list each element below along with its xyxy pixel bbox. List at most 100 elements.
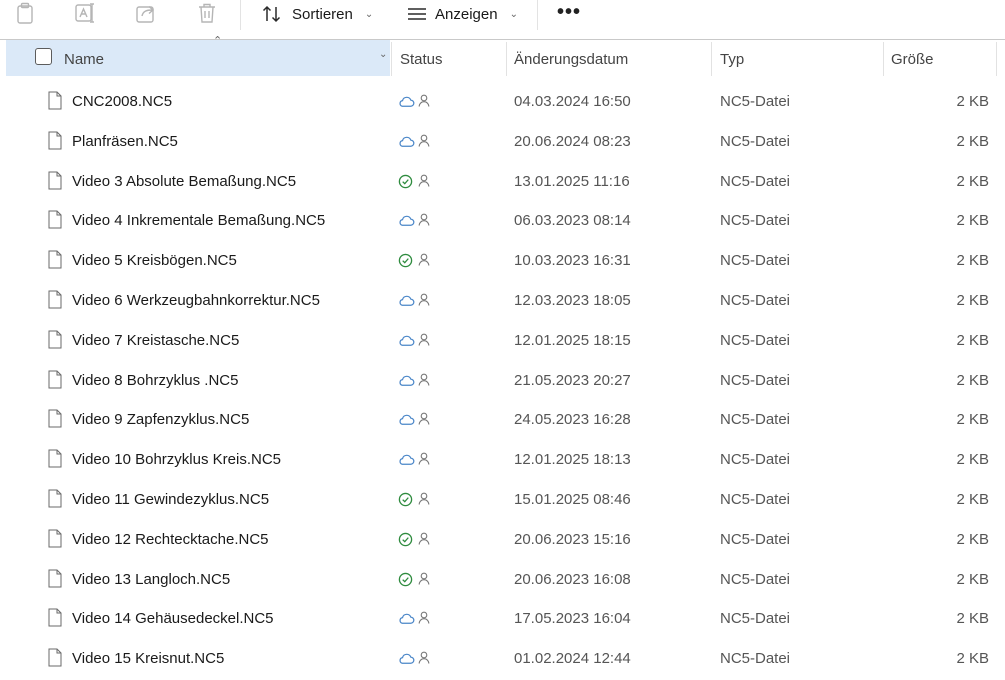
file-row[interactable]: Video 10 Bohrzyklus Kreis.NC5 12.01.2025… — [0, 441, 1005, 481]
shared-person-icon — [418, 174, 430, 187]
file-icon — [48, 370, 62, 389]
file-type: NC5-Datei — [720, 371, 791, 389]
file-size: 2 KB — [956, 570, 989, 588]
file-size: 2 KB — [956, 491, 989, 508]
file-type: NC5-Datei — [720, 610, 791, 628]
file-row[interactable]: CNC2008.NC5 04.03.2024 16:50 NC5-Datei 2… — [0, 83, 1005, 123]
sort-button[interactable]: Sortieren ⌄ — [262, 2, 373, 26]
shared-person-icon — [418, 373, 430, 386]
modified-date: 12.01.2025 18:15 — [514, 331, 631, 349]
file-name[interactable]: Video 10 Bohrzyklus Kreis.NC5 — [72, 451, 281, 468]
file-name[interactable]: Video 5 Kreisbögen.NC5 — [72, 252, 237, 269]
column-divider[interactable] — [391, 42, 392, 76]
file-icon — [48, 449, 62, 468]
status-indicator — [398, 571, 438, 587]
file-row[interactable]: Video 8 Bohrzyklus .NC5 21.05.2023 20:27… — [0, 362, 1005, 402]
view-button[interactable]: Anzeigen ⌄ — [407, 2, 518, 26]
file-row[interactable]: Video 3 Absolute Bemaßung.NC5 13.01.2025… — [0, 163, 1005, 203]
cloud-icon — [399, 653, 415, 665]
file-type: NC5-Datei — [720, 530, 791, 548]
status-indicator — [398, 292, 438, 308]
file-name[interactable]: Video 9 Zapfenzyklus.NC5 — [72, 411, 249, 428]
file-name[interactable]: Video 12 Rechtecktache.NC5 — [72, 531, 269, 548]
status-indicator — [398, 451, 438, 467]
file-name[interactable]: Planfräsen.NC5 — [72, 133, 178, 150]
paste-icon[interactable] — [13, 1, 37, 25]
file-icon — [48, 409, 62, 428]
file-icon — [48, 648, 62, 667]
file-row[interactable]: Video 4 Inkrementale Bemaßung.NC5 06.03.… — [0, 202, 1005, 242]
column-divider[interactable] — [883, 42, 884, 76]
file-name[interactable]: Video 15 Kreisnut.NC5 — [72, 650, 224, 667]
file-size: 2 KB — [956, 252, 989, 270]
file-type: NC5-Datei — [720, 212, 791, 230]
cloud-icon — [399, 136, 415, 147]
column-divider[interactable] — [711, 42, 712, 76]
file-name[interactable]: Video 3 Absolute Bemaßung.NC5 — [72, 173, 296, 190]
file-row[interactable]: Planfräsen.NC5 20.06.2024 08:23 NC5-Date… — [0, 123, 1005, 163]
file-type: NC5-Datei — [720, 172, 791, 190]
select-all-checkbox[interactable] — [35, 48, 52, 65]
modified-date: 20.06.2023 16:08 — [514, 570, 631, 588]
modified-date: 24.05.2023 16:28 — [514, 411, 631, 429]
cloud-icon — [399, 614, 415, 625]
column-header-name[interactable]: ⌃ Name ⌄ — [6, 35, 390, 76]
status-indicator — [398, 173, 438, 189]
file-size: 2 KB — [956, 132, 989, 150]
chevron-down-icon[interactable]: ⌄ — [379, 49, 387, 60]
sort-ascending-icon: ⌃ — [213, 35, 223, 47]
file-icon — [48, 171, 62, 190]
file-type: NC5-Datei — [720, 570, 791, 588]
file-icon — [48, 608, 62, 627]
file-size: 2 KB — [956, 331, 989, 349]
shared-person-icon — [418, 413, 430, 425]
synced-check-icon — [398, 572, 413, 586]
status-indicator — [398, 411, 438, 427]
cloud-icon — [399, 335, 415, 346]
column-status-label[interactable]: Status — [400, 51, 443, 68]
file-type: NC5-Datei — [720, 331, 791, 349]
shared-person-icon — [418, 651, 430, 664]
modified-date: 12.01.2025 18:13 — [514, 451, 631, 469]
file-name[interactable]: Video 14 Gehäusedeckel.NC5 — [72, 610, 274, 627]
column-divider[interactable] — [506, 42, 507, 76]
file-row[interactable]: Video 11 Gewindezyklus.NC5 15.01.2025 08… — [0, 481, 1005, 521]
column-divider[interactable] — [996, 42, 997, 76]
file-name[interactable]: Video 7 Kreistasche.NC5 — [72, 332, 239, 349]
file-name[interactable]: Video 8 Bohrzyklus .NC5 — [72, 372, 238, 389]
file-icon — [48, 489, 62, 508]
shared-person-icon — [418, 333, 430, 346]
modified-date: 12.03.2023 18:05 — [514, 292, 631, 309]
file-size: 2 KB — [956, 650, 989, 668]
column-size-label[interactable]: Größe — [891, 51, 934, 68]
file-row[interactable]: Video 14 Gehäusedeckel.NC5 17.05.2023 16… — [0, 600, 1005, 640]
modified-date: 06.03.2023 08:14 — [514, 212, 631, 230]
share-icon[interactable] — [134, 1, 158, 25]
synced-check-icon — [398, 492, 413, 507]
file-name[interactable]: CNC2008.NC5 — [72, 93, 172, 110]
shared-person-icon — [418, 572, 430, 585]
file-row[interactable]: Video 9 Zapfenzyklus.NC5 24.05.2023 16:2… — [0, 401, 1005, 441]
file-name[interactable]: Video 11 Gewindezyklus.NC5 — [72, 491, 269, 508]
file-name[interactable]: Video 13 Langloch.NC5 — [72, 571, 230, 588]
file-row[interactable]: Video 7 Kreistasche.NC5 12.01.2025 18:15… — [0, 322, 1005, 362]
status-indicator — [398, 610, 438, 626]
status-indicator — [398, 252, 438, 268]
file-row[interactable]: Video 15 Kreisnut.NC5 01.02.2024 12:44 N… — [0, 640, 1005, 680]
file-name[interactable]: Video 6 Werkzeugbahnkorrektur.NC5 — [72, 292, 320, 309]
file-size: 2 KB — [956, 411, 989, 429]
file-name[interactable]: Video 4 Inkrementale Bemaßung.NC5 — [72, 212, 325, 229]
status-indicator — [398, 531, 438, 547]
modified-date: 01.02.2024 12:44 — [514, 650, 631, 668]
more-options-button[interactable]: ••• — [557, 1, 581, 24]
file-row[interactable]: Video 12 Rechtecktache.NC5 20.06.2023 15… — [0, 521, 1005, 561]
column-modified-label[interactable]: Änderungsdatum — [514, 51, 628, 68]
modified-date: 10.03.2023 16:31 — [514, 252, 631, 270]
file-size: 2 KB — [956, 292, 989, 309]
delete-icon[interactable] — [195, 1, 219, 25]
rename-icon[interactable] — [73, 1, 97, 25]
file-row[interactable]: Video 5 Kreisbögen.NC5 10.03.2023 16:31 … — [0, 242, 1005, 282]
file-row[interactable]: Video 6 Werkzeugbahnkorrektur.NC5 12.03.… — [0, 282, 1005, 322]
file-row[interactable]: Video 13 Langloch.NC5 20.06.2023 16:08 N… — [0, 561, 1005, 601]
column-type-label[interactable]: Typ — [720, 51, 744, 68]
